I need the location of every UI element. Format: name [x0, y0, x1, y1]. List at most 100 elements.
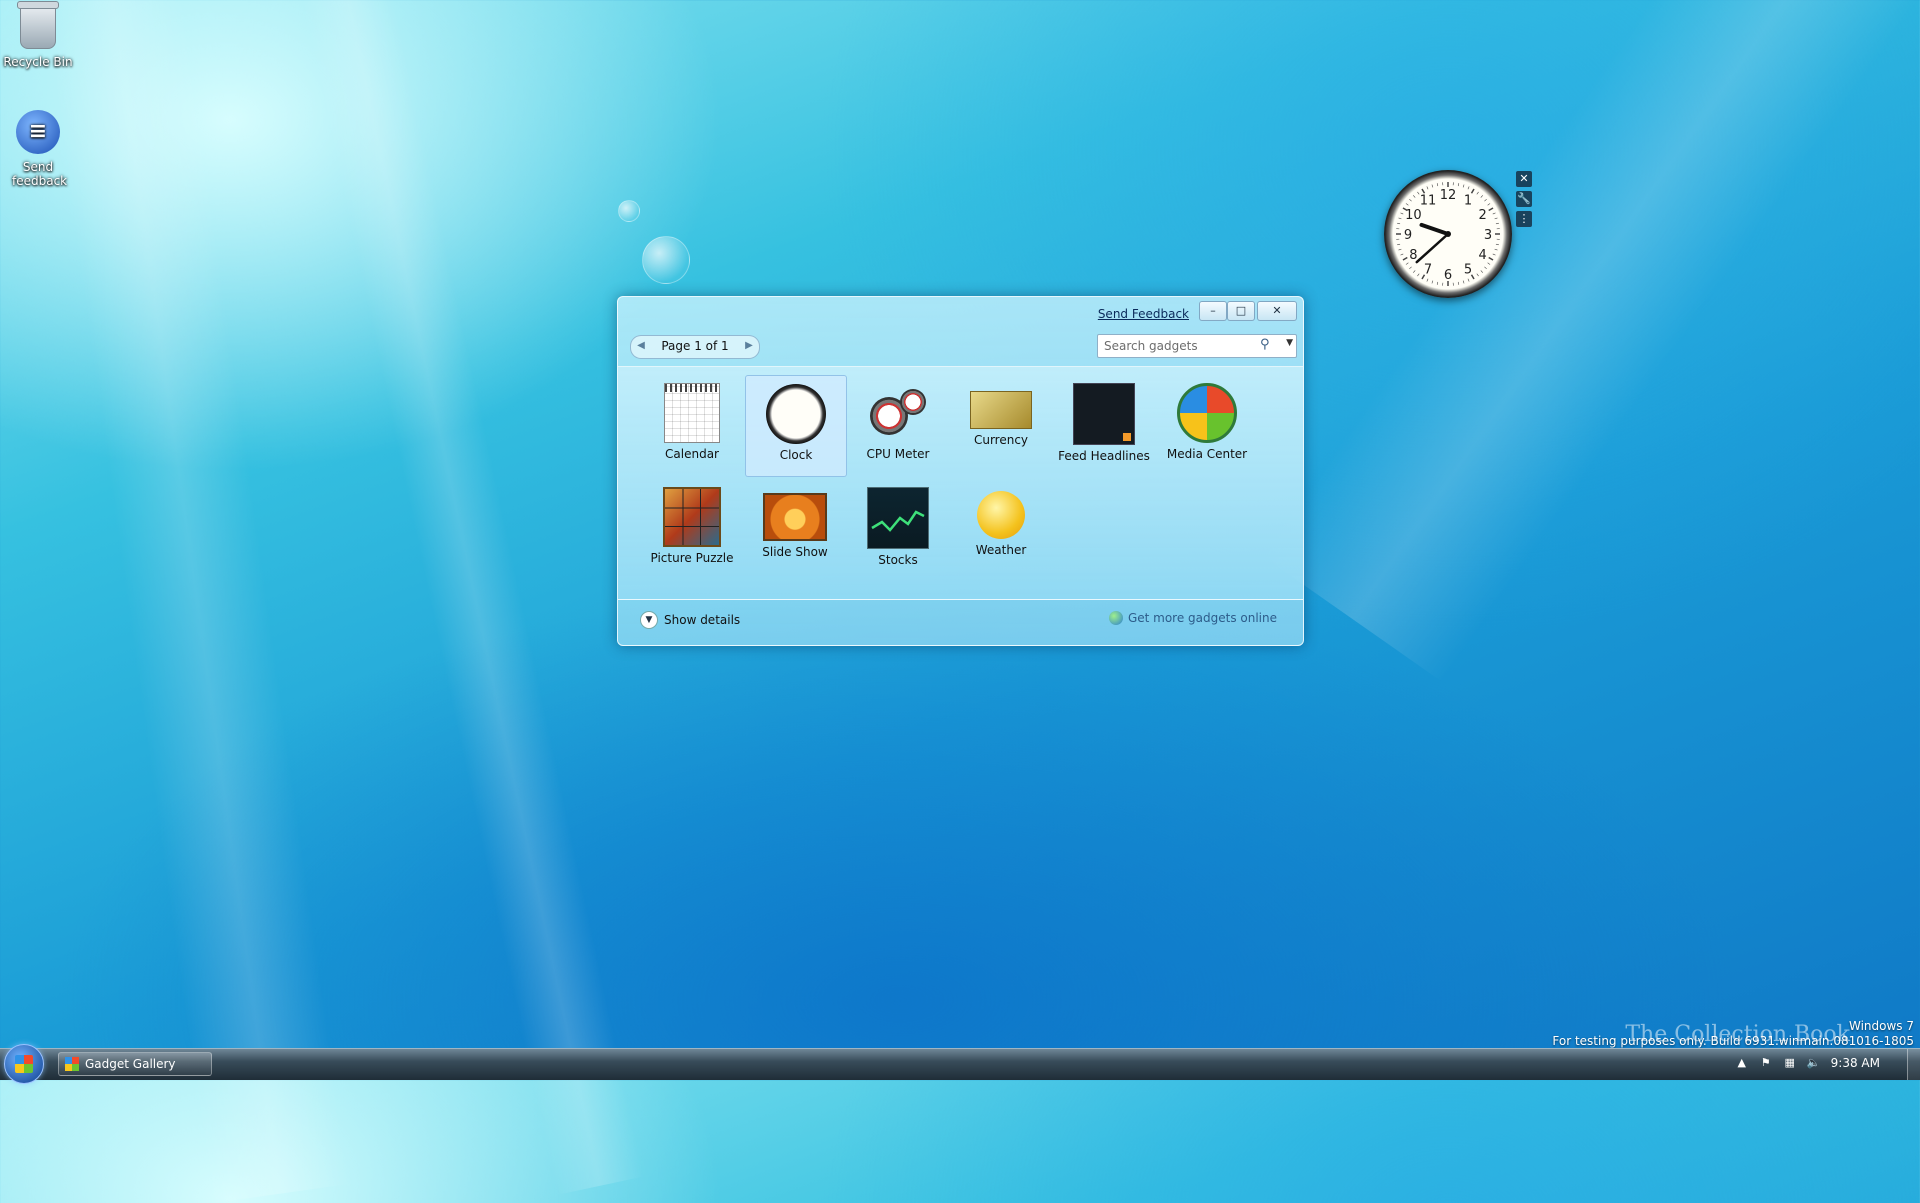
light-beam: [1262, 0, 1920, 682]
clock-tick: [1477, 274, 1479, 276]
clock-minute-hand: [1417, 234, 1448, 262]
clock-tick: [1488, 203, 1490, 205]
start-button[interactable]: [4, 1044, 44, 1084]
minimize-button[interactable]: –: [1199, 301, 1227, 321]
volume-icon[interactable]: 🔈: [1807, 1056, 1821, 1070]
gallery-footer: ▼ Show details Get more gadgets online: [618, 599, 1303, 643]
clock-numeral: 10: [1405, 208, 1422, 223]
clock-numeral: 1: [1464, 193, 1472, 208]
show-hidden-icons-icon[interactable]: ▲: [1735, 1056, 1749, 1070]
clock-tick: [1493, 254, 1496, 255]
gadget-options-icon[interactable]: 🔧: [1516, 191, 1532, 207]
clock-face: 121234567891011: [1384, 170, 1512, 298]
cpu-meter-icon: [868, 383, 928, 443]
show-desktop-button[interactable]: [1907, 1049, 1920, 1080]
gadget-tile-calendar[interactable]: Calendar: [642, 375, 742, 475]
gadget-drag-handle-icon[interactable]: ⋮: [1516, 211, 1532, 227]
desktop-icon-label: Send feedback: [12, 160, 64, 188]
clock-gadget[interactable]: 121234567891011: [1384, 170, 1512, 298]
gadget-tile-picture-puzzle[interactable]: Picture Puzzle: [642, 479, 742, 579]
next-page-icon[interactable]: ▶: [742, 338, 756, 354]
clock-tick: [1409, 199, 1411, 201]
get-more-gadgets-link[interactable]: Get more gadgets online: [1109, 611, 1277, 625]
prev-page-icon[interactable]: ◀: [634, 338, 648, 354]
gadget-label: Feed Headlines: [1054, 449, 1154, 463]
clock-tick: [1484, 267, 1486, 269]
taskbar-button-label: Gadget Gallery: [85, 1057, 176, 1071]
clock-tick: [1463, 185, 1464, 188]
clock-tick: [1477, 192, 1479, 194]
clock-tick: [1495, 218, 1498, 219]
feed-headlines-icon: [1073, 383, 1135, 445]
gadget-label: Picture Puzzle: [642, 551, 742, 565]
search-icon[interactable]: ⚲: [1260, 337, 1276, 353]
media-center-icon: [1177, 383, 1237, 443]
globe-icon: [1109, 611, 1123, 625]
clock-tick: [1399, 218, 1402, 219]
bubble: [618, 200, 640, 222]
clock-tick: [1417, 274, 1419, 276]
gadget-label: Currency: [951, 433, 1051, 447]
gadget-close-icon[interactable]: ✕: [1516, 171, 1532, 187]
gadget-tile-weather[interactable]: Weather: [951, 479, 1051, 579]
clock-tick: [1432, 185, 1433, 188]
gadget-gallery-window: Send Feedback – □ ✕ ◀ Page 1 of 1 ▶ Sear…: [617, 296, 1304, 646]
clock-tick: [1399, 249, 1402, 250]
close-button[interactable]: ✕: [1257, 301, 1297, 321]
clock-tick: [1496, 244, 1499, 245]
desktop-icon-send-feedback[interactable]: ≡ Send feedback: [0, 108, 76, 188]
chevron-down-icon: ▼: [640, 611, 658, 629]
clock-tick: [1413, 195, 1415, 197]
taskbar: Gadget Gallery ▲ ⚑ ▦ 🔈 9:38 AM: [0, 1048, 1920, 1080]
action-center-flag-icon[interactable]: ⚑: [1759, 1056, 1773, 1070]
search-gadgets-input[interactable]: Search gadgets ⚲ ▼: [1097, 334, 1297, 358]
light-beam: [30, 0, 350, 1203]
gadget-label: Media Center: [1157, 447, 1257, 461]
chevron-down-icon[interactable]: ▼: [1286, 338, 1293, 348]
show-details-toggle[interactable]: ▼ Show details: [640, 611, 740, 629]
taskbar-button-gadget-gallery[interactable]: Gadget Gallery: [58, 1052, 212, 1076]
calendar-icon: [664, 383, 720, 443]
network-icon[interactable]: ▦: [1783, 1056, 1797, 1070]
search-placeholder: Search gadgets: [1104, 339, 1198, 353]
clock-numeral: 3: [1484, 228, 1492, 243]
gadget-tile-feed-headlines[interactable]: Feed Headlines: [1054, 375, 1154, 475]
clock-tick: [1397, 223, 1400, 224]
page-indicator: Page 1 of 1: [655, 339, 735, 353]
gadget-tile-currency[interactable]: Currency: [951, 375, 1051, 475]
windows-logo-icon: [15, 1055, 33, 1073]
clock-tick: [1489, 258, 1493, 261]
gadget-tile-slide-show[interactable]: Slide Show: [745, 479, 845, 579]
collection-book-overlay: The Collection Book: [1625, 1022, 1850, 1047]
title-bar: Send Feedback – □ ✕: [618, 297, 1303, 327]
gadget-tile-media-center[interactable]: Media Center: [1157, 375, 1257, 475]
maximize-button[interactable]: □: [1227, 301, 1255, 321]
clock-numeral: 12: [1440, 188, 1457, 203]
clock-tick: [1493, 213, 1496, 214]
gadget-tile-cpu-meter[interactable]: CPU Meter: [848, 375, 948, 475]
clock-tick: [1413, 270, 1415, 272]
clock-tick: [1409, 267, 1411, 269]
clock-tick: [1496, 223, 1499, 224]
send-feedback-link[interactable]: Send Feedback: [1098, 307, 1189, 321]
weather-sun-icon: [977, 491, 1025, 539]
gadget-grid: Calendar Clock CPU Meter Currency Feed H…: [618, 366, 1303, 600]
clock-tick: [1472, 189, 1475, 193]
currency-icon: [970, 391, 1032, 429]
gadget-tile-stocks[interactable]: Stocks: [848, 479, 948, 579]
gadget-tile-clock[interactable]: Clock: [745, 375, 847, 477]
clock-tick: [1403, 258, 1407, 261]
pager: ◀ Page 1 of 1 ▶: [630, 335, 760, 359]
gadget-label: Slide Show: [745, 545, 845, 559]
clock-tick: [1437, 282, 1438, 285]
gadget-label: Calendar: [642, 447, 742, 461]
clock-tick: [1400, 213, 1403, 214]
clock-time[interactable]: 9:38 AM: [1831, 1056, 1880, 1070]
clock-tick: [1488, 263, 1490, 265]
light-beam: [286, 0, 644, 1195]
clock-tick: [1489, 208, 1493, 211]
clock-tick: [1427, 186, 1428, 189]
desktop-icon-recycle-bin[interactable]: Recycle Bin: [0, 2, 76, 69]
desktop-icon-label: Recycle Bin: [0, 55, 76, 69]
clock-tick: [1458, 282, 1459, 285]
